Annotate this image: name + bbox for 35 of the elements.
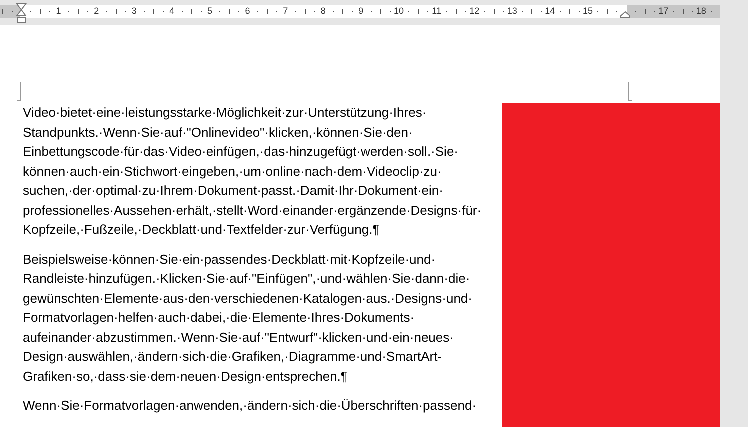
- right-indent-marker-icon[interactable]: [620, 11, 632, 19]
- ruler-number: 10: [394, 5, 404, 18]
- ruler-number: 3: [132, 5, 137, 18]
- text-line: aufeinander·abzustimmen.·Wenn·Sie·auf·"Entwurf"·klicken·und·ein·neues·: [23, 328, 454, 346]
- ruler-margin: [0, 5, 20, 18]
- indent-marker-icon[interactable]: [16, 3, 27, 24]
- ruler-number: 13: [507, 5, 518, 18]
- text-line: Randleiste·hinzufügen.·Klicken·Sie·auf·"Einfügen",·und·wählen·Sie·dann·die·: [23, 270, 470, 288]
- text-line: Video·bietet·eine·leistungsstarke·Möglichkeit·zur·Unterstützung·Ihres·: [23, 104, 427, 122]
- ruler-number: 12: [470, 5, 480, 18]
- text-line: können·auch·ein·Stichwort·eingeben,·um·online·nach·dem·Videoclip·zu·: [23, 162, 442, 181]
- ruler-number: 1: [56, 5, 62, 18]
- text-line: Standpunkts.·Wenn·Sie·auf·"Onlinevideo"·klicken,·können·Sie·den·: [23, 124, 413, 142]
- text-line: Beispielsweise·können·Sie·ein·passendes·Deckblatt·mit·Kopfzeile·und·: [23, 250, 436, 269]
- text-line: suchen,·der·optimal·zu·Ihrem·Dokument·passt.·Damit·Ihr·Dokument·ein·: [23, 182, 444, 200]
- ruler-number: 5: [208, 5, 212, 18]
- ruler-number: 15: [583, 5, 593, 18]
- ruler-number: 6: [245, 5, 250, 18]
- ruler-number: 7: [283, 5, 288, 18]
- text-line: Design·auswählen,·ändern·sich·die·Grafiken,·Diagramme·und·SmartArt-: [23, 348, 442, 366]
- ruler-number: 9: [358, 5, 364, 18]
- ruler-number: 14: [545, 5, 556, 18]
- text-line: gewünschten·Elemente·aus·den·verschiedenen·Katalogen·aus.·Designs·und·: [23, 290, 472, 308]
- ruler-number: 17: [658, 5, 669, 18]
- text-line: professionelles·Aussehen·erhält,·stellt·Word·einander·ergänzende·Designs·für·: [23, 202, 482, 220]
- text-line: Einbettungscode·für·das·Video·einfügen,·das·hinzugefügt·werden·soll.·Sie·: [23, 143, 459, 161]
- text-line: Grafiken·so,·dass·sie·dem·neuen·Design·entsprechen.¶: [23, 368, 348, 386]
- ruler-number: 2: [94, 5, 100, 18]
- text-line: Wenn·Sie·Formatvorlagen·anwenden,·ändern·sich·die·Überschriften·passend·: [23, 397, 477, 415]
- text-line: Formatvorlagen·helfen·auch·dabei,·die·Elemente·Ihres·Dokuments·: [23, 309, 415, 327]
- ruler-number: 8: [320, 5, 326, 18]
- text-line: Kopfzeile,·Fußzeile,·Deckblatt·und·Textfelder·zur·Verfügung.¶: [23, 221, 380, 239]
- ruler-number: 11: [432, 5, 442, 18]
- ruler-number: 18: [696, 5, 706, 18]
- ruler-number: 4: [170, 5, 175, 18]
